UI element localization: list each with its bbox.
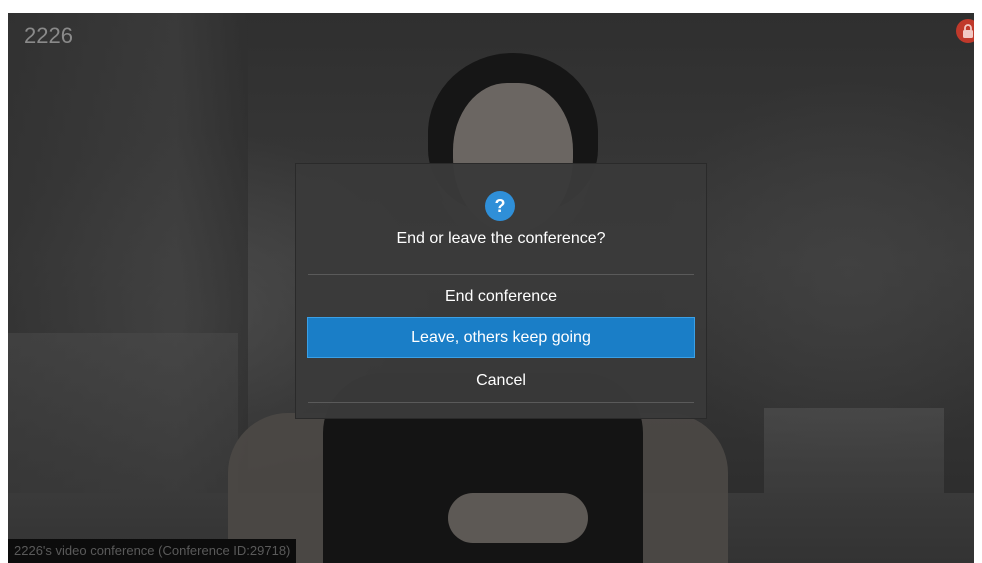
video-call-screen: 2226 2226's video conference (Conference… [8,13,974,563]
cancel-button[interactable]: Cancel [307,360,695,401]
lock-icon [956,19,974,43]
background-desk-left [8,333,238,503]
leave-conference-button[interactable]: Leave, others keep going [307,317,695,358]
end-conference-dialog: ? End or leave the conference? End confe… [296,164,706,418]
conference-status-bar: 2226's video conference (Conference ID:2… [8,539,297,563]
question-icon: ? [485,191,515,221]
divider [308,274,694,275]
dialog-title: End or leave the conference? [396,230,606,247]
divider [308,402,694,403]
end-conference-button[interactable]: End conference [307,276,695,317]
caller-number: 2226 [24,23,73,48]
person-hands [448,493,588,543]
